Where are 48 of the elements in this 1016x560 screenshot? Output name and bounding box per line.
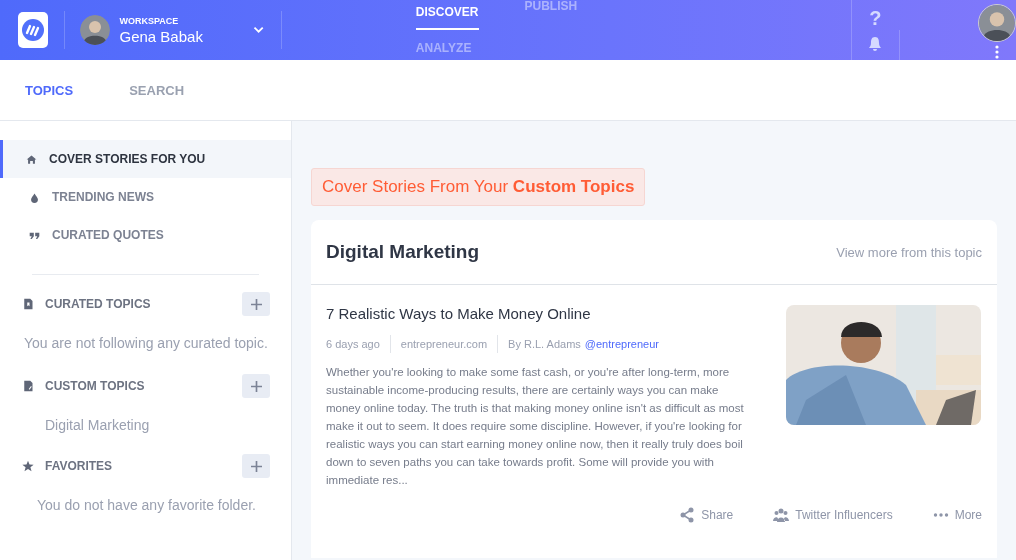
- document-icon: [22, 380, 34, 392]
- section-title: CURATED TOPICS: [45, 297, 152, 311]
- nav-tab[interactable]: PUBLISH: [524, 0, 578, 20]
- nav-tab[interactable]: DISCOVER: [415, 0, 479, 30]
- document-icon: [22, 298, 34, 310]
- nav-tab[interactable]: ANALYZE: [415, 42, 472, 62]
- plus-icon: [250, 460, 262, 472]
- topic-link[interactable]: Digital Marketing: [0, 399, 291, 453]
- section-title: CUSTOM TOPICS: [45, 379, 146, 393]
- action-button[interactable]: More: [932, 503, 982, 527]
- author-link[interactable]: @entrepreneur: [584, 338, 659, 350]
- workspace-name: Gena Babak: [119, 27, 203, 45]
- avatar: [978, 3, 1016, 42]
- article-summary: Whether you're looking to make some fast cash, or you're after long-term, more sustainable income-producing results, there are certainly ways you can make money online today. The truth is that making money online isn't as difficult as most make it out to seem. It does require some discipline. However, if you're looking for realistic ways you can start earning money online now, then it really truly does boil down to seven paths you can take towards profit. Some will provide you with immediate res...: [326, 365, 745, 488]
- tab[interactable]: SEARCH: [129, 78, 185, 102]
- section-banner: Cover Stories From Your Custom Topics: [311, 168, 646, 206]
- sidebar-item[interactable]: TRENDING NEWS: [0, 178, 291, 216]
- drop-icon: [29, 191, 40, 203]
- sidebar-item[interactable]: CURATED QUOTES: [0, 216, 291, 254]
- home-icon: [26, 153, 37, 165]
- help-button[interactable]: ?: [869, 8, 882, 28]
- logo-icon: [20, 18, 45, 42]
- share-icon: [679, 507, 696, 523]
- star-icon: [22, 460, 34, 472]
- article-title[interactable]: 7 Realistic Ways to Make Money Online: [326, 305, 756, 322]
- article-age: 6 days ago: [326, 338, 380, 350]
- topic-title: Digital Marketing: [326, 241, 480, 263]
- app-logo[interactable]: [18, 12, 48, 48]
- tab[interactable]: TOPICS: [25, 78, 74, 102]
- action-button[interactable]: Twitter Influencers: [773, 503, 893, 527]
- people-icon: [773, 507, 790, 523]
- more-vertical-icon[interactable]: [995, 44, 1000, 59]
- bell-icon[interactable]: [867, 36, 884, 52]
- add-button[interactable]: [242, 454, 270, 478]
- article-source: entrepreneur.com: [400, 338, 488, 350]
- empty-message: You are not following any curated topic.: [23, 334, 269, 353]
- view-more-link[interactable]: View more from this topic: [836, 244, 982, 260]
- sidebar-item[interactable]: COVER STORIES FOR YOU: [0, 140, 291, 178]
- workspace-label: WORKSPACE: [119, 15, 180, 26]
- empty-message: You do not have any favorite folder.: [36, 496, 257, 515]
- article-author: By R.L. Adams: [508, 338, 581, 350]
- avatar: [80, 15, 111, 45]
- plus-icon: [250, 380, 262, 392]
- action-button[interactable]: Share: [679, 503, 734, 527]
- section-title: FAVORITES: [45, 459, 114, 473]
- add-button[interactable]: [242, 292, 270, 316]
- plus-icon: [250, 298, 262, 310]
- add-button[interactable]: [242, 374, 270, 398]
